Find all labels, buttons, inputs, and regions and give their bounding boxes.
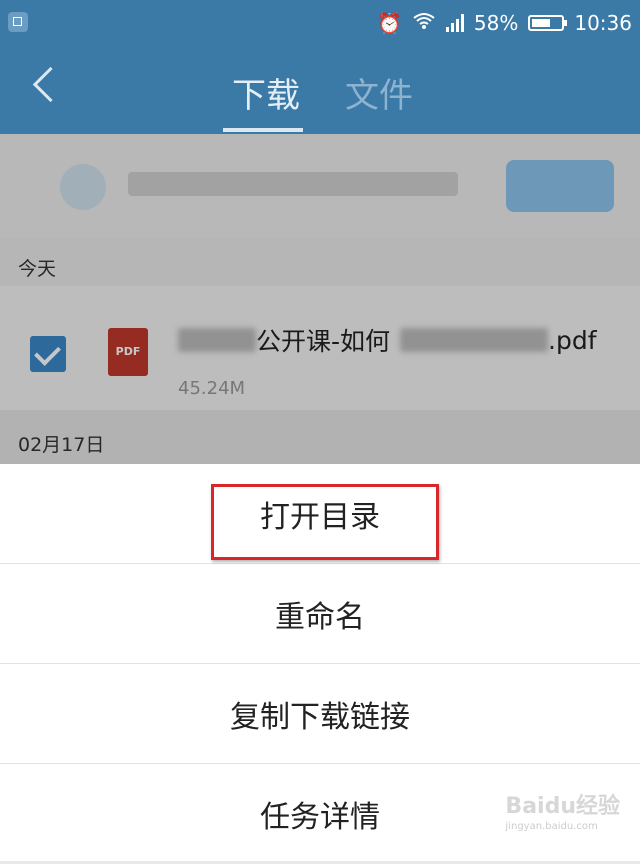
watermark: Baidu经验 jingyan.baidu.com — [505, 796, 620, 832]
status-bar: ⏰ 58% 10:36 — [0, 0, 640, 46]
rename-option[interactable]: 重命名 — [0, 564, 640, 664]
signal-icon — [445, 14, 464, 32]
battery-percent: 58% — [473, 11, 519, 35]
watermark-url: jingyan.baidu.com — [505, 821, 598, 832]
clock: 10:36 — [574, 11, 632, 35]
app-header: 下载 文件 — [0, 46, 640, 134]
screenshot-notification-icon — [8, 12, 28, 32]
tab-files[interactable]: 文件 — [345, 68, 413, 117]
active-tab-indicator — [223, 128, 303, 132]
modal-overlay[interactable] — [0, 134, 640, 464]
alarm-icon: ⏰ — [377, 11, 402, 35]
copy-download-link-option[interactable]: 复制下载链接 — [0, 664, 640, 764]
tab-download[interactable]: 下载 — [232, 68, 300, 117]
open-directory-option[interactable]: 打开目录 — [0, 464, 640, 564]
battery-icon — [528, 15, 568, 31]
back-arrow-icon[interactable] — [32, 66, 69, 103]
wifi-icon — [412, 11, 436, 35]
watermark-brand: Baidu经验 — [505, 794, 620, 819]
